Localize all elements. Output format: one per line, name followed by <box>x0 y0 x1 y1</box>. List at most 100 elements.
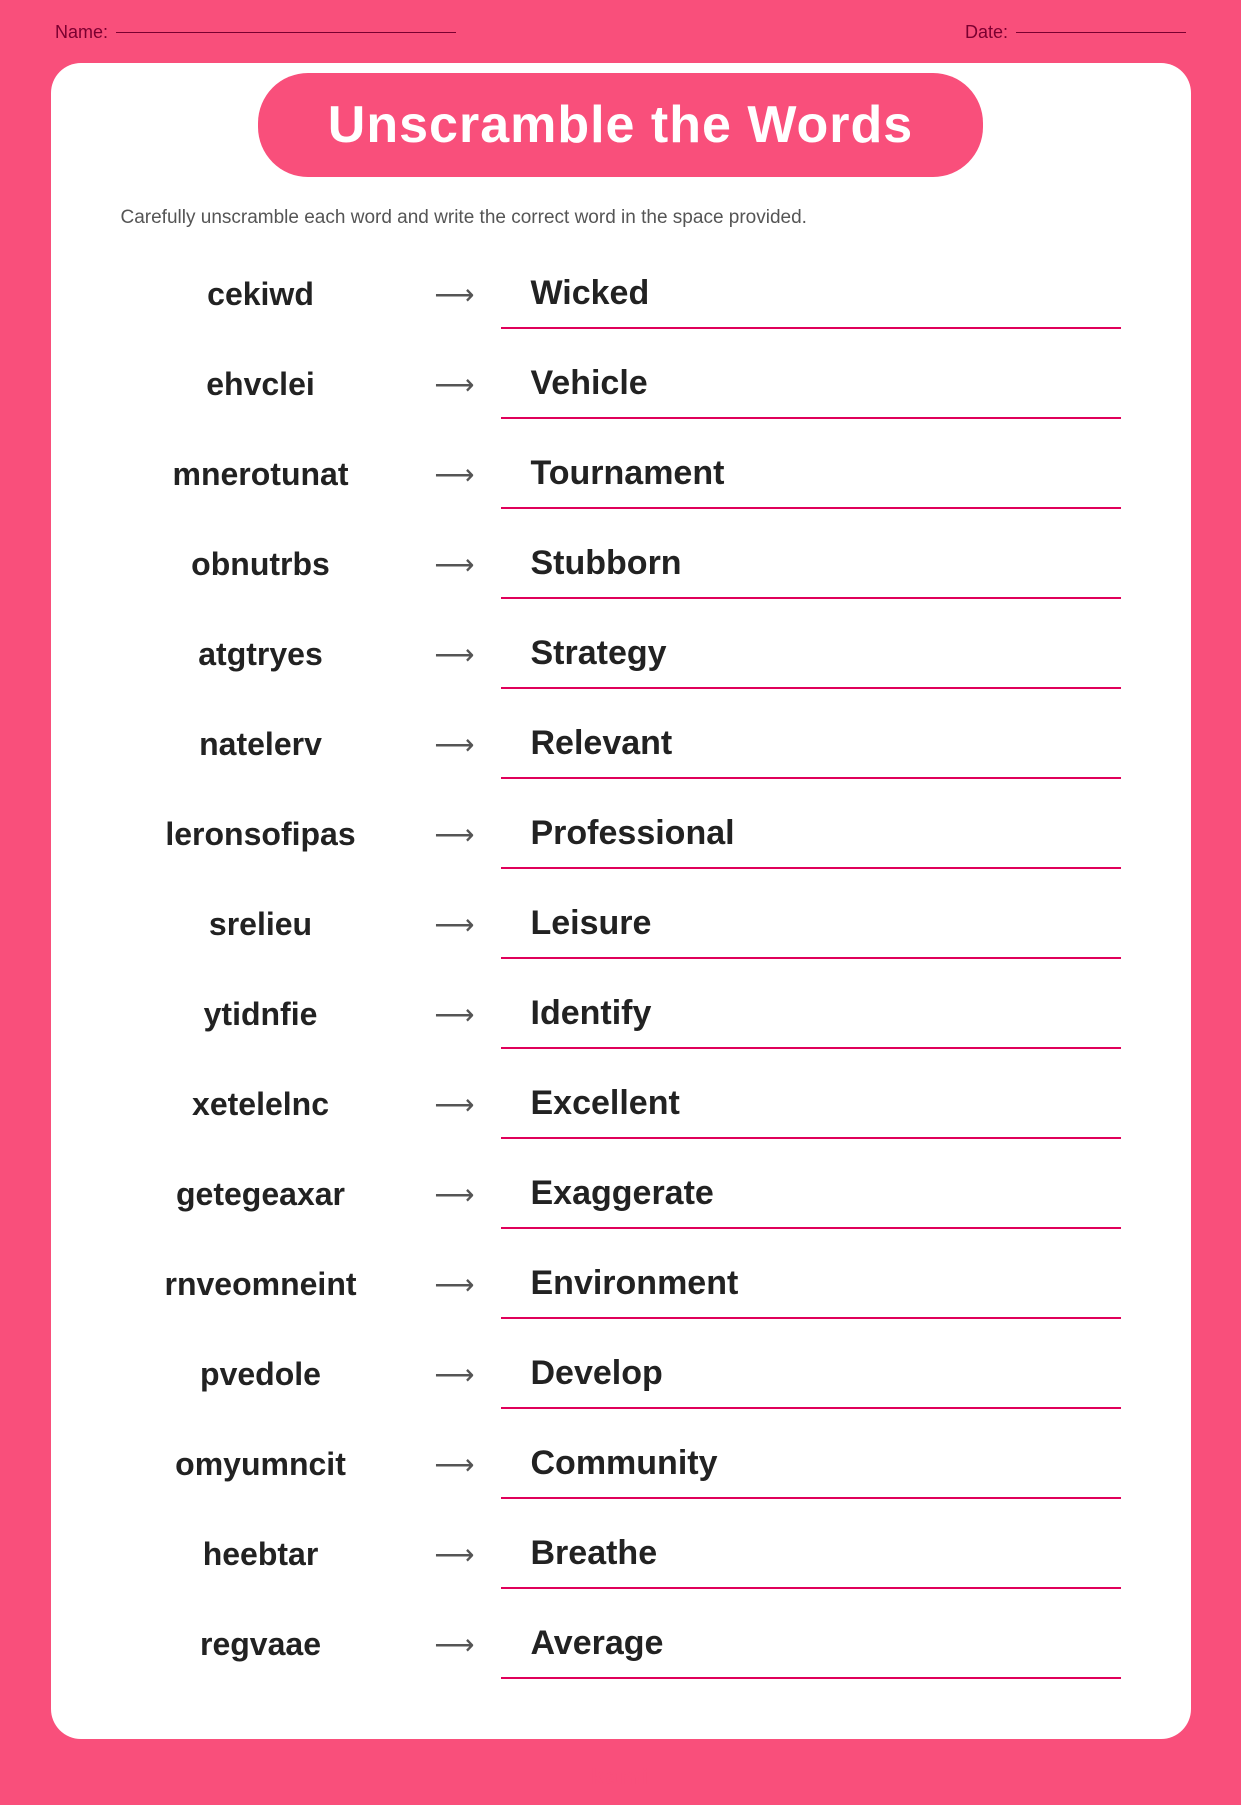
arrow-icon: ⟶ <box>434 998 466 1031</box>
name-field: Name: <box>55 22 456 43</box>
arrow-icon: ⟶ <box>434 908 466 941</box>
answer-word: Tournament <box>531 454 725 493</box>
title-pill: Unscramble the Words <box>258 73 983 177</box>
table-row: mnerotunat⟶Tournament <box>91 429 1151 519</box>
brand-label: kami <box>591 1764 649 1790</box>
answer-cell: Vehicle <box>501 349 1121 419</box>
scrambled-word: leronsofipas <box>121 816 401 853</box>
answer-word: Breathe <box>531 1534 658 1573</box>
table-row: getegeaxar⟶Exaggerate <box>91 1149 1151 1239</box>
answer-word: Wicked <box>531 274 650 313</box>
scrambled-word: rnveomneint <box>121 1266 401 1303</box>
table-row: srelieu ⟶ Leisure <box>91 879 1151 969</box>
date-field: Date: <box>965 22 1186 43</box>
answer-cell: Environment <box>501 1249 1121 1319</box>
arrow-cell: ⟶ <box>401 1628 501 1661</box>
arrow-icon: ⟶ <box>434 638 466 671</box>
answer-cell: Develop <box>501 1339 1121 1409</box>
page-title: Unscramble the Words <box>328 95 913 155</box>
answer-word: Excellent <box>531 1084 680 1123</box>
arrow-cell: ⟶ <box>401 998 501 1031</box>
name-date-bar: Name: Date: <box>0 0 1241 53</box>
date-label: Date: <box>965 22 1008 43</box>
arrow-cell: ⟶ <box>401 1448 501 1481</box>
arrow-cell: ⟶ <box>401 638 501 671</box>
table-row: ytidnfie ⟶ Identify <box>91 969 1151 1059</box>
answer-word: Leisure <box>531 904 652 943</box>
scrambled-word: ehvclei <box>121 366 401 403</box>
answer-cell: Exaggerate <box>501 1159 1121 1229</box>
scrambled-word: obnutrbs <box>121 546 401 583</box>
arrow-cell: ⟶ <box>401 1358 501 1391</box>
date-line <box>1016 32 1186 34</box>
answer-cell: Identify <box>501 979 1121 1049</box>
table-row: pvedole ⟶ Develop <box>91 1329 1151 1419</box>
arrow-icon: ⟶ <box>434 1538 466 1571</box>
scrambled-word: ytidnfie <box>121 996 401 1033</box>
answer-word: Environment <box>531 1264 739 1303</box>
words-table: cekiwd⟶Wickedehvclei⟶Vehiclemnerotunat⟶T… <box>51 249 1191 1689</box>
answer-word: Vehicle <box>531 364 648 403</box>
scrambled-word: heebtar <box>121 1536 401 1573</box>
name-line <box>116 32 456 34</box>
arrow-icon: ⟶ <box>434 1268 466 1301</box>
answer-word: Relevant <box>531 724 673 763</box>
answer-cell: Breathe <box>501 1519 1121 1589</box>
table-row: cekiwd⟶Wicked <box>91 249 1151 339</box>
answer-word: Strategy <box>531 634 667 673</box>
table-row: natelerv⟶Relevant <box>91 699 1151 789</box>
scrambled-word: xetelelnc <box>121 1086 401 1123</box>
answer-cell: Professional <box>501 799 1121 869</box>
arrow-icon: ⟶ <box>434 368 466 401</box>
arrow-cell: ⟶ <box>401 548 501 581</box>
arrow-icon: ⟶ <box>434 1178 466 1211</box>
scrambled-word: srelieu <box>121 906 401 943</box>
scrambled-word: omyumncit <box>121 1446 401 1483</box>
answer-word: Community <box>531 1444 718 1483</box>
answer-cell: Community <box>501 1429 1121 1499</box>
table-row: xetelelnc ⟶ Excellent <box>91 1059 1151 1149</box>
answer-cell: Average <box>501 1609 1121 1679</box>
table-row: rnveomneint ⟶ Environment <box>91 1239 1151 1329</box>
answer-word: Stubborn <box>531 544 682 583</box>
arrow-cell: ⟶ <box>401 1088 501 1121</box>
table-row: ehvclei ⟶ Vehicle <box>91 339 1151 429</box>
answer-cell: Wicked <box>501 259 1121 329</box>
table-row: omyumncit ⟶ Community <box>91 1419 1151 1509</box>
answer-cell: Excellent <box>501 1069 1121 1139</box>
arrow-icon: ⟶ <box>434 548 466 581</box>
answer-word: Exaggerate <box>531 1174 714 1213</box>
arrow-cell: ⟶ <box>401 1178 501 1211</box>
arrow-icon: ⟶ <box>434 1628 466 1661</box>
answer-word: Professional <box>531 814 735 853</box>
arrow-cell: ⟶ <box>401 908 501 941</box>
table-row: leronsofipas ⟶ Professional <box>91 789 1151 879</box>
instruction-text: Carefully unscramble each word and write… <box>51 207 1191 229</box>
arrow-icon: ⟶ <box>434 1448 466 1481</box>
scrambled-word: regvaae <box>121 1626 401 1663</box>
arrow-icon: ⟶ <box>434 818 466 851</box>
answer-word: Identify <box>531 994 652 1033</box>
answer-cell: Stubborn <box>501 529 1121 599</box>
footer: kami <box>0 1739 1241 1805</box>
answer-cell: Strategy <box>501 619 1121 689</box>
arrow-icon: ⟶ <box>434 728 466 761</box>
main-card: Unscramble the Words Carefully unscrambl… <box>51 63 1191 1739</box>
arrow-cell: ⟶ <box>401 278 501 311</box>
name-label: Name: <box>55 22 108 43</box>
answer-cell: Relevant <box>501 709 1121 779</box>
arrow-icon: ⟶ <box>434 1358 466 1391</box>
answer-word: Average <box>531 1624 664 1663</box>
answer-word: Develop <box>531 1354 663 1393</box>
scrambled-word: pvedole <box>121 1356 401 1393</box>
scrambled-word: mnerotunat <box>121 456 401 493</box>
table-row: obnutrbs ⟶ Stubborn <box>91 519 1151 609</box>
arrow-icon: ⟶ <box>434 1088 466 1121</box>
table-row: heebtar ⟶ Breathe <box>91 1509 1151 1599</box>
table-row: atgtryes⟶Strategy <box>91 609 1151 699</box>
title-area: Unscramble the Words <box>51 53 1191 177</box>
page-container: Name: Date: Unscramble the Words Careful… <box>0 0 1241 1805</box>
arrow-cell: ⟶ <box>401 1268 501 1301</box>
answer-cell: Leisure <box>501 889 1121 959</box>
arrow-cell: ⟶ <box>401 368 501 401</box>
